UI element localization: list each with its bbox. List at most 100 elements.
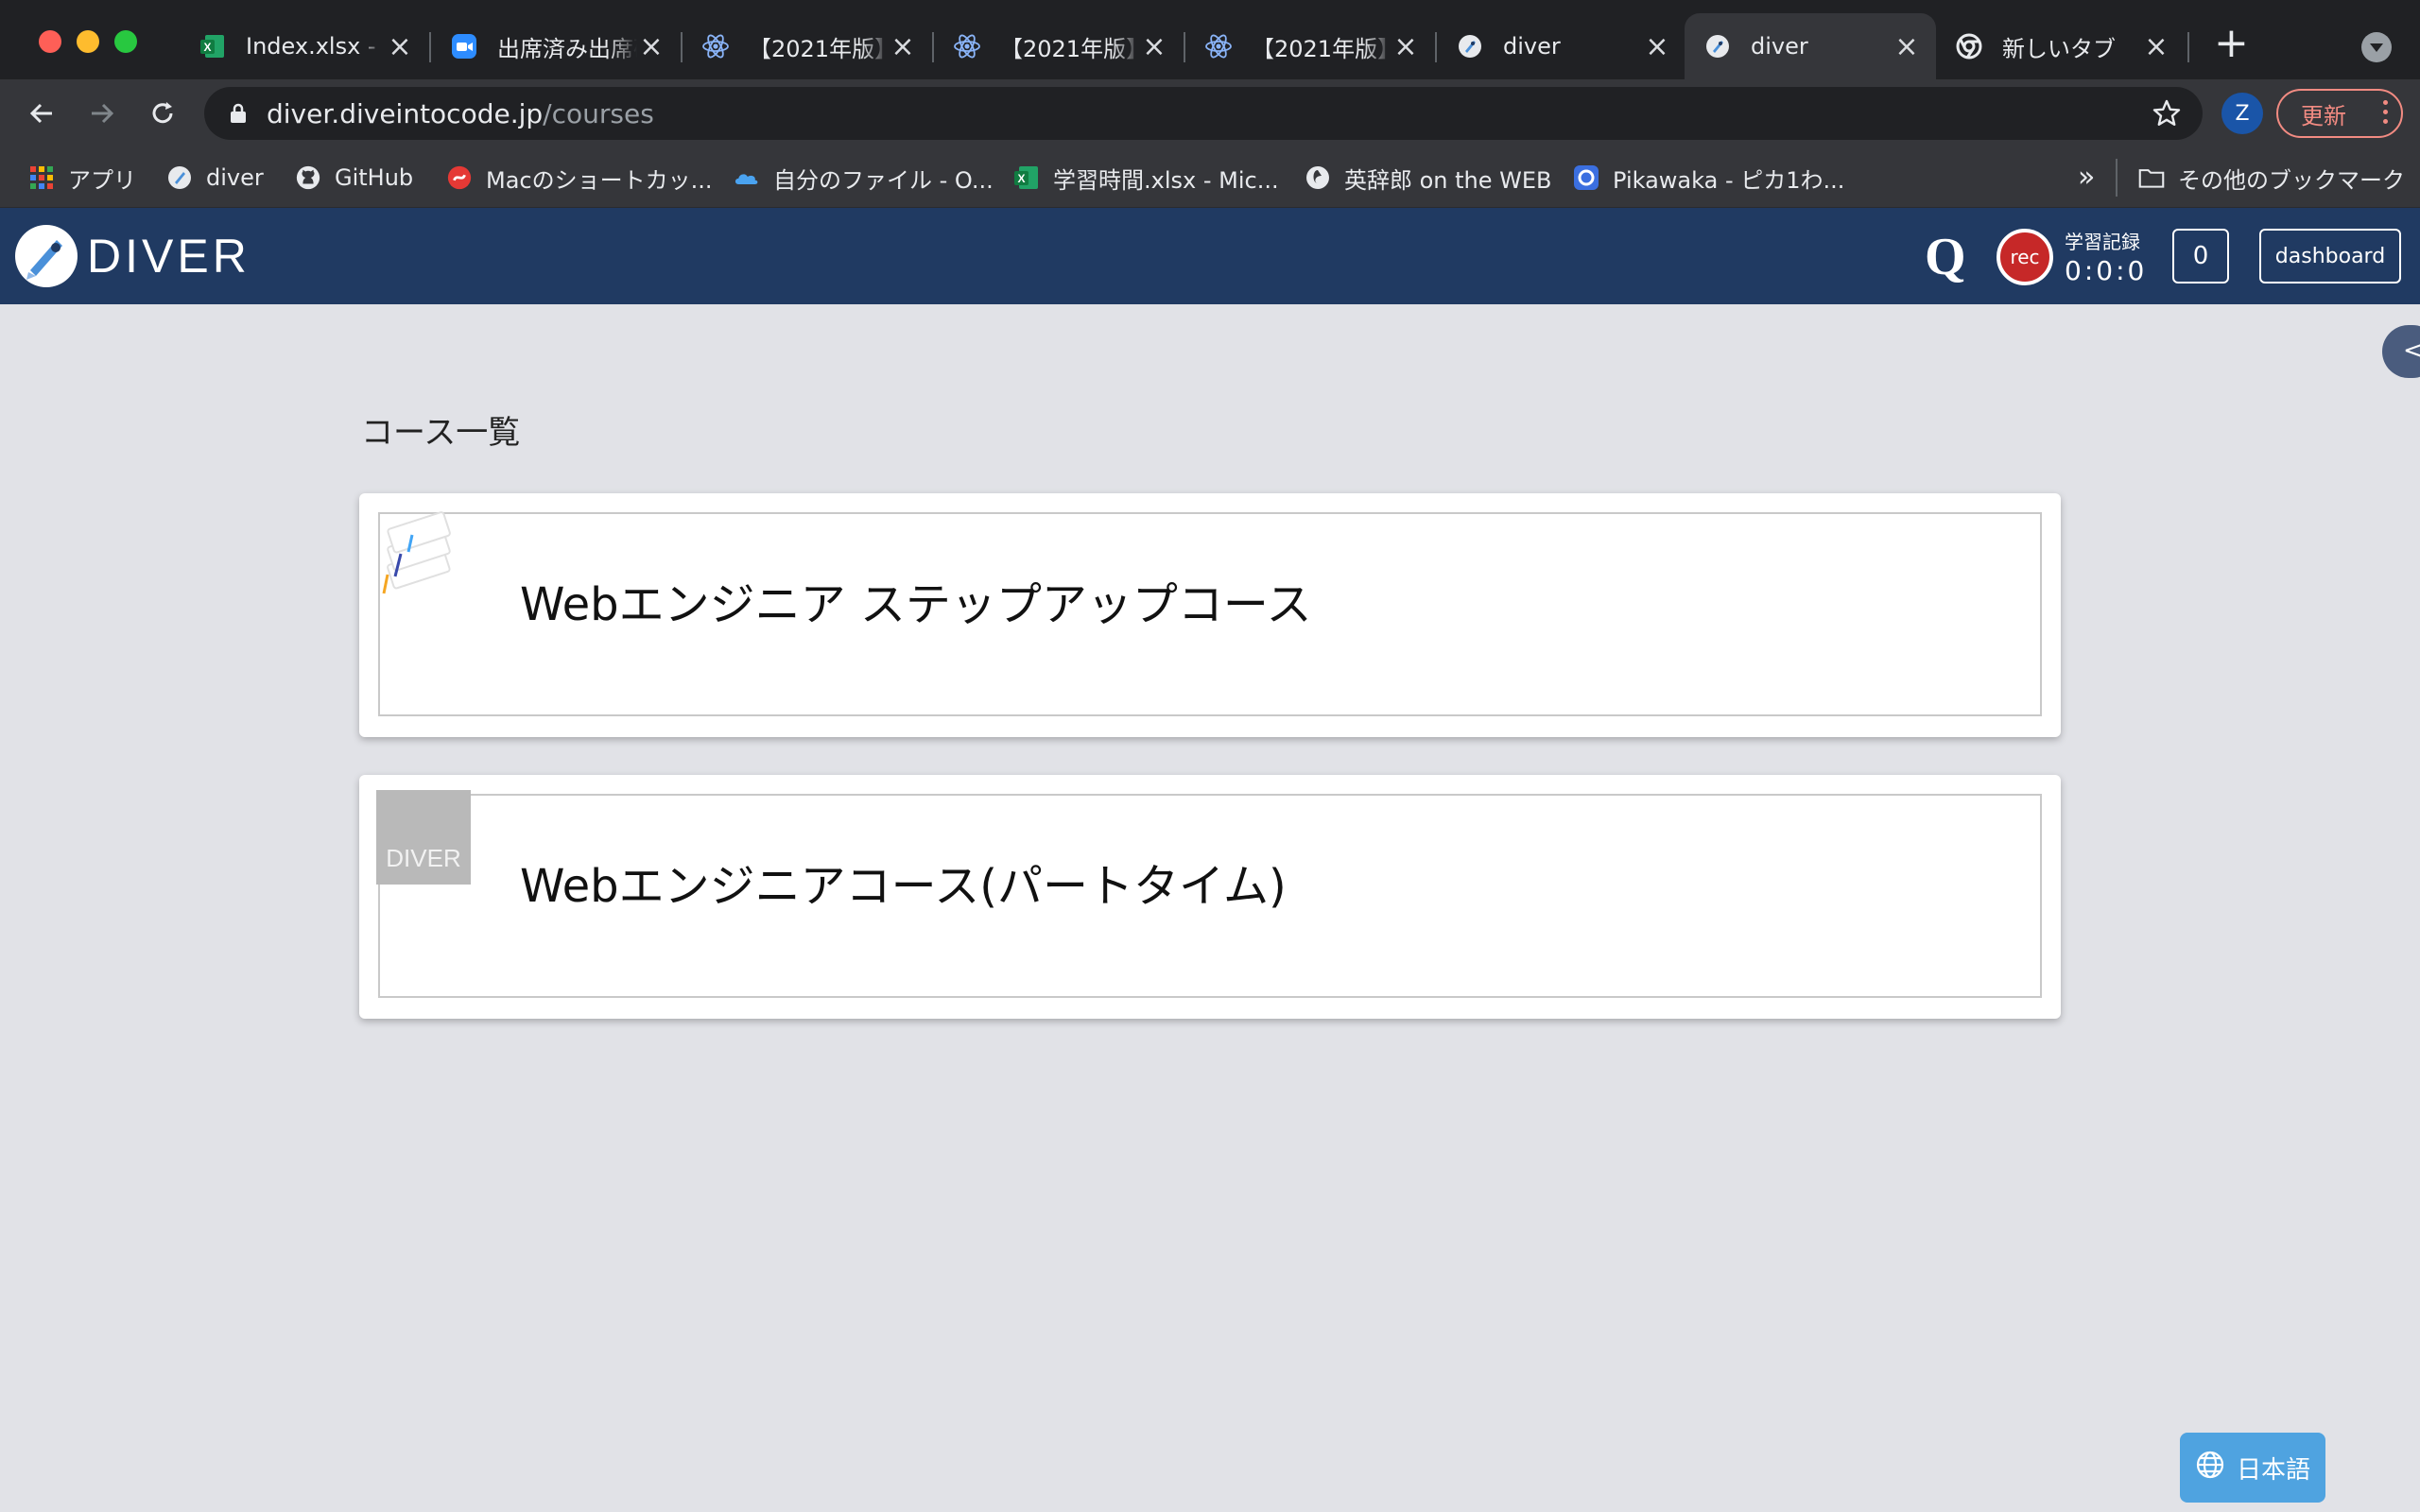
course-card[interactable]: DIVER Webエンジニアコース(パートタイム) [359, 775, 2061, 1019]
browser-tab[interactable]: 新しいタブ × [1936, 13, 2186, 79]
browser-tab-active[interactable]: diver × [1685, 13, 1936, 79]
lock-icon[interactable] [227, 102, 250, 125]
browser-toolbar: diver.diveintocode.jp/courses Z 更新 [0, 79, 2420, 147]
react-icon [953, 32, 981, 60]
record-button[interactable]: rec [1996, 229, 2053, 285]
tab-search-icon[interactable] [2361, 32, 2392, 62]
language-button[interactable]: 日本語 [2180, 1433, 2325, 1503]
browser-tab[interactable]: 【2021年版】React入門 × [934, 13, 1184, 79]
bookmarks-bar: アプリ diver GitHub Macのショートカッ... 自分のファイル -… [0, 147, 2420, 208]
svg-text:X: X [1017, 172, 1025, 185]
react-icon [701, 32, 730, 60]
bookmark-apps[interactable]: アプリ [28, 157, 136, 198]
folder-icon [2138, 164, 2165, 191]
course-card[interactable]: Webエンジニア ステップアップコース [359, 493, 2061, 737]
browser-tabstrip: X Index.xlsx - Microsoft Excel × 出席済み出席確… [0, 0, 2420, 79]
diver-icon [1456, 32, 1484, 60]
browser-tab[interactable]: X Index.xlsx - Microsoft Excel × [180, 13, 429, 79]
onedrive-icon [734, 164, 760, 191]
bookmark-eijiro[interactable]: 英辞郎 on the WEB [1305, 157, 1552, 198]
reload-icon[interactable] [142, 93, 183, 134]
close-icon[interactable]: × [889, 30, 917, 63]
excel-icon: X [1013, 164, 1040, 191]
other-bookmarks-label: その他のブックマーク [2178, 166, 2405, 194]
bookmark-pikawaka[interactable]: Pikawaka - ピカ1わ... [1573, 157, 1844, 198]
course-card-inner: Webエンジニア ステップアップコース [378, 511, 2042, 716]
rocket-logo-icon [15, 225, 78, 287]
apps-grid-icon [28, 164, 55, 191]
logo-text: DIVER [87, 230, 251, 283]
diver-logo[interactable]: DIVER [15, 225, 251, 287]
bookmark-label: アプリ [68, 166, 136, 194]
update-chrome-button[interactable]: 更新 [2276, 89, 2403, 138]
browser-tab[interactable]: 【2021年版】React入門 × [683, 13, 932, 79]
globe-icon [2195, 1450, 2225, 1486]
close-icon[interactable]: × [1643, 30, 1671, 63]
sidebar-toggle-button[interactable]: < [2382, 325, 2420, 378]
other-bookmarks-folder[interactable]: その他のブックマーク [2138, 157, 2405, 198]
site-header: DIVER Q rec 学習記録 0:0:0 0 dashboard [0, 208, 2420, 304]
update-label: 更新 [2301, 102, 2346, 129]
close-window-button[interactable] [39, 30, 61, 53]
url-path: /courses [543, 97, 654, 129]
profile-avatar[interactable]: Z [2221, 93, 2263, 134]
browser-tab[interactable]: 【2021年版】React入門 × [1185, 13, 1435, 79]
chrome-icon [1955, 32, 1983, 60]
course-thumbnail: DIVER [376, 790, 471, 885]
notification-count-button[interactable]: 0 [2172, 229, 2229, 284]
close-icon[interactable]: × [1893, 30, 1921, 63]
close-icon[interactable]: × [2142, 30, 2170, 63]
language-label: 日本語 [2236, 1455, 2310, 1485]
excel-icon: X [199, 32, 227, 60]
tab-title: diver [1751, 33, 1808, 60]
close-icon[interactable]: × [386, 30, 414, 63]
bookmark-label: 学習時間.xlsx - Mic... [1053, 166, 1279, 194]
minimize-window-button[interactable] [77, 30, 99, 53]
course-name: Webエンジニア ステップアップコース [520, 578, 1312, 631]
tab-title: 出席済み出席確認 [497, 35, 637, 62]
tab-title: 【2021年版】React入門 [1000, 35, 1140, 62]
bookmarks-overflow-icon[interactable]: » [2078, 161, 2095, 194]
bookmark-label: Pikawaka - ピカ1わ... [1613, 166, 1845, 194]
page-title: コース一覧 [361, 414, 521, 452]
tab-title: 【2021年版】React入門 [749, 35, 889, 62]
study-record-label: 学習記録 [2065, 231, 2140, 253]
bookmark-github[interactable]: GitHub [295, 157, 413, 198]
question-button[interactable]: Q [1925, 227, 1966, 287]
bookmark-mac-shortcuts[interactable]: Macのショートカッ... [446, 157, 713, 198]
pikawaka-icon [1573, 164, 1599, 191]
bookmark-star-icon[interactable] [2152, 98, 2182, 129]
back-arrow-icon[interactable] [21, 93, 62, 134]
course-card-inner: DIVER Webエンジニアコース(パートタイム) [376, 790, 2042, 998]
bookmark-label: Macのショートカッ... [486, 166, 713, 194]
diver-icon [166, 164, 193, 191]
more-menu-icon [2383, 100, 2388, 124]
zoom-icon [450, 32, 478, 60]
tab-title: diver [1503, 33, 1561, 60]
react-icon [1204, 32, 1233, 60]
shortcut-icon [446, 164, 473, 191]
forward-arrow-icon[interactable] [81, 93, 123, 134]
close-icon[interactable]: × [1140, 30, 1168, 63]
dashboard-button[interactable]: dashboard [2259, 229, 2401, 284]
browser-tab[interactable]: diver × [1437, 13, 1686, 79]
bookmark-onedrive[interactable]: 自分のファイル - O... [734, 157, 994, 198]
address-bar[interactable]: diver.diveintocode.jp/courses [204, 87, 2203, 140]
zoom-window-button[interactable] [114, 30, 137, 53]
bookmark-label: 自分のファイル - O... [773, 166, 994, 194]
tab-title: Index.xlsx - Microsoft Excel [246, 33, 386, 60]
bookmark-label: 英辞郎 on the WEB [1344, 166, 1552, 194]
tab-title: 【2021年版】React入門 [1252, 35, 1392, 62]
close-icon[interactable]: × [637, 30, 666, 63]
bookmark-study-time[interactable]: X 学習時間.xlsx - Mic... [1013, 157, 1279, 198]
bookmark-label: diver [206, 164, 264, 191]
url-host: diver.diveintocode.jp [267, 97, 544, 129]
browser-tab[interactable]: 出席済み出席確認 × [431, 13, 681, 79]
tab-title: 新しいタブ [2002, 35, 2116, 62]
close-icon[interactable]: × [1392, 30, 1420, 63]
new-tab-button[interactable]: + [2214, 23, 2249, 64]
bookmark-diver[interactable]: diver [166, 157, 264, 198]
diver-icon [1703, 32, 1732, 60]
svg-text:X: X [203, 41, 211, 54]
eijiro-icon [1305, 164, 1331, 191]
